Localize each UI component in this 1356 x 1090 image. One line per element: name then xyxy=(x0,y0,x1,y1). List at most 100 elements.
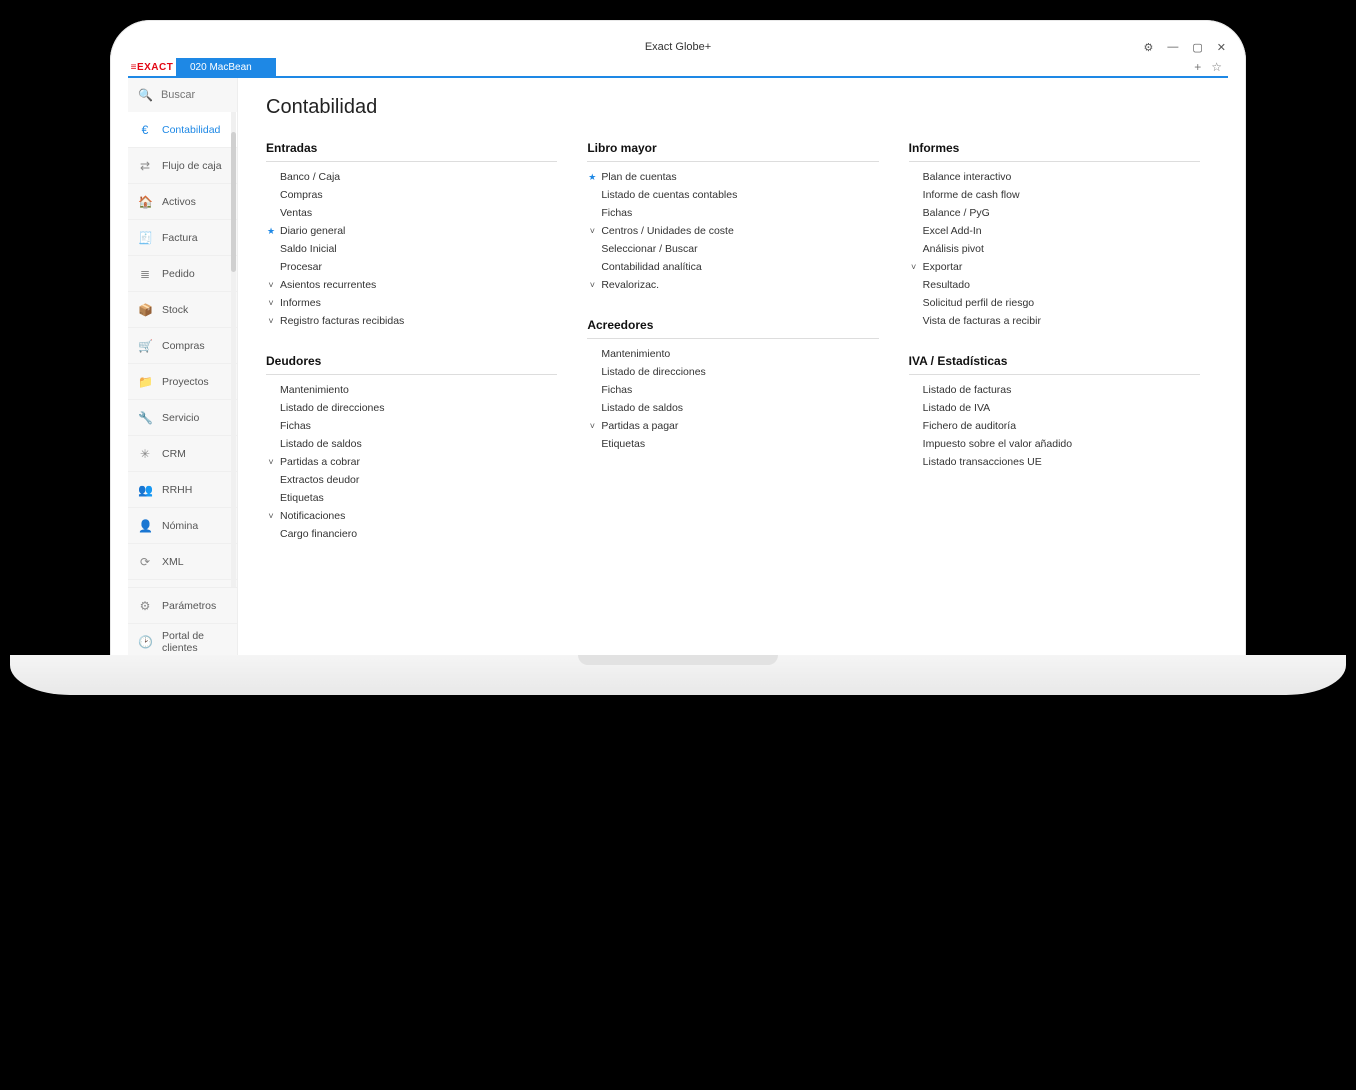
link-informes[interactable]: ˅Informes xyxy=(266,294,557,312)
link-solicitud-perfil-de-riesgo[interactable]: Solicitud perfil de riesgo xyxy=(909,294,1200,312)
sidebar-item-label: Parámetros xyxy=(162,600,216,612)
link-ventas[interactable]: Ventas xyxy=(266,204,557,222)
link-fichas[interactable]: Fichas xyxy=(587,204,878,222)
nav-icon: 🧾 xyxy=(138,231,152,245)
settings-icon[interactable]: ⚙ xyxy=(1144,41,1154,54)
maximize-button[interactable]: ▢ xyxy=(1192,41,1202,54)
link-compras[interactable]: Compras xyxy=(266,186,557,204)
tab-active[interactable]: 020 MacBean xyxy=(176,58,276,76)
link-label: Análisis pivot xyxy=(923,243,984,255)
sidebar-item-label: Activos xyxy=(162,196,196,208)
link-label: Mantenimiento xyxy=(280,384,349,396)
new-tab-button[interactable]: + xyxy=(1194,60,1201,74)
sidebar-item-xml[interactable]: ⟳XML xyxy=(128,544,237,580)
link-label: Procesar xyxy=(280,261,322,273)
minimize-button[interactable]: — xyxy=(1167,41,1178,53)
chevron-down-icon: ˅ xyxy=(587,421,597,431)
link-listado-de-iva[interactable]: Listado de IVA xyxy=(909,399,1200,417)
sidebar-item-activos[interactable]: 🏠Activos xyxy=(128,184,237,220)
star-icon: ★ xyxy=(587,172,597,183)
link-label: Banco / Caja xyxy=(280,171,340,183)
sidebar-item-stock[interactable]: 📦Stock xyxy=(128,292,237,328)
link-resultado[interactable]: Resultado xyxy=(909,276,1200,294)
link-diario-general[interactable]: ★Diario general xyxy=(266,222,557,240)
sidebar-item-parámetros[interactable]: ⚙ Parámetros xyxy=(128,588,237,624)
chevron-down-icon: ˅ xyxy=(266,316,276,326)
sidebar-item-crm[interactable]: ✳CRM xyxy=(128,436,237,472)
link-listado-de-facturas[interactable]: Listado de facturas xyxy=(909,381,1200,399)
link-notificaciones[interactable]: ˅Notificaciones xyxy=(266,507,557,525)
section-heading: IVA / Estadísticas xyxy=(909,354,1200,375)
link-mantenimiento[interactable]: Mantenimiento xyxy=(587,345,878,363)
link-partidas-a-cobrar[interactable]: ˅Partidas a cobrar xyxy=(266,453,557,471)
laptop-frame: Exact Globe+ ⚙ — ▢ ✕ ≡EXACT 020 MacBean … xyxy=(110,20,1246,660)
link-banco-caja[interactable]: Banco / Caja xyxy=(266,168,557,186)
link-seleccionar-buscar[interactable]: Seleccionar / Buscar xyxy=(587,240,878,258)
link-plan-de-cuentas[interactable]: ★ Plan de cuentas xyxy=(587,168,878,186)
link-listado-de-cuentas-contables[interactable]: Listado de cuentas contables xyxy=(587,186,878,204)
link-registro-facturas-recibidas[interactable]: ˅Registro facturas recibidas xyxy=(266,312,557,330)
link-cargo-financiero[interactable]: Cargo financiero xyxy=(266,525,557,543)
search-row[interactable]: 🔍 xyxy=(128,78,237,112)
main-content: Contabilidad EntradasBanco / CajaCompras… xyxy=(238,78,1228,660)
link-mantenimiento[interactable]: Mantenimiento xyxy=(266,381,557,399)
link-revalorizac-[interactable]: ˅Revalorizac. xyxy=(587,276,878,294)
link-listado-de-direcciones[interactable]: Listado de direcciones xyxy=(266,399,557,417)
link-partidas-a-pagar[interactable]: ˅Partidas a pagar xyxy=(587,417,878,435)
link-listado-de-saldos[interactable]: Listado de saldos xyxy=(587,399,878,417)
close-button[interactable]: ✕ xyxy=(1217,41,1226,54)
link-análisis-pivot[interactable]: Análisis pivot xyxy=(909,240,1200,258)
link-label: Listado de saldos xyxy=(601,402,683,414)
link-procesar[interactable]: Procesar xyxy=(266,258,557,276)
link-saldo-inicial[interactable]: Saldo Inicial xyxy=(266,240,557,258)
sidebar-item-label: Factura xyxy=(162,232,198,244)
link-fichero-de-auditoría[interactable]: Fichero de auditoría xyxy=(909,417,1200,435)
link-exportar[interactable]: ˅Exportar xyxy=(909,258,1200,276)
link-label: Plan de cuentas xyxy=(601,171,676,183)
link-fichas[interactable]: Fichas xyxy=(587,381,878,399)
section-acreedores: AcreedoresMantenimientoListado de direcc… xyxy=(587,318,878,453)
tabstrip: ≡EXACT 020 MacBean + ☆ xyxy=(128,58,1228,78)
link-etiquetas[interactable]: Etiquetas xyxy=(266,489,557,507)
link-label: Seleccionar / Buscar xyxy=(601,243,697,255)
nav-icon: 🕑 xyxy=(138,635,152,649)
sidebar: 🔍 €Contabilidad⇄Flujo de caja🏠Activos 🧾 Fa… xyxy=(128,78,238,660)
sidebar-item-nómina[interactable]: 👤Nómina xyxy=(128,508,237,544)
link-fichas[interactable]: Fichas xyxy=(266,417,557,435)
link-contabilidad-analítica[interactable]: Contabilidad analítica xyxy=(587,258,878,276)
search-input[interactable] xyxy=(161,89,221,101)
link-balance-pyg[interactable]: Balance / PyG xyxy=(909,204,1200,222)
link-asientos-recurrentes[interactable]: ˅Asientos recurrentes xyxy=(266,276,557,294)
sidebar-item-label: RRHH xyxy=(162,484,192,496)
link-impuesto-sobre-el-valor-añadido[interactable]: Impuesto sobre el valor añadido xyxy=(909,435,1200,453)
nav-icon: ⚙ xyxy=(138,599,152,613)
sidebar-item-label: Compras xyxy=(162,340,205,352)
sidebar-item-factura[interactable]: 🧾 Factura xyxy=(128,220,237,256)
sidebar-scrollbar[interactable] xyxy=(231,112,236,587)
sidebar-item-proyectos[interactable]: 📁Proyectos xyxy=(128,364,237,400)
link-label: Listado de IVA xyxy=(923,402,991,414)
sidebar-item-pedido[interactable]: ≣Pedido xyxy=(128,256,237,292)
link-centros-unidades-de-coste[interactable]: ˅Centros / Unidades de coste xyxy=(587,222,878,240)
sidebar-item-label: XML xyxy=(162,556,184,568)
link-listado-de-saldos[interactable]: Listado de saldos xyxy=(266,435,557,453)
link-excel-add-in[interactable]: Excel Add-In xyxy=(909,222,1200,240)
link-label: Fichas xyxy=(601,207,632,219)
nav-icon: 📦 xyxy=(138,303,152,317)
link-listado-transacciones-ue[interactable]: Listado transacciones UE xyxy=(909,453,1200,471)
sidebar-item-compras[interactable]: 🛒 Compras xyxy=(128,328,237,364)
sidebar-item-label: Flujo de caja xyxy=(162,160,222,172)
link-extractos-deudor[interactable]: Extractos deudor xyxy=(266,471,557,489)
sidebar-item-contabilidad[interactable]: €Contabilidad xyxy=(128,112,237,148)
link-vista-de-facturas-a-recibir[interactable]: Vista de facturas a recibir xyxy=(909,312,1200,330)
sidebar-item-servicio[interactable]: 🔧Servicio xyxy=(128,400,237,436)
link-etiquetas[interactable]: Etiquetas xyxy=(587,435,878,453)
sidebar-item-rrhh[interactable]: 👥RRHH xyxy=(128,472,237,508)
favorite-button[interactable]: ☆ xyxy=(1211,60,1222,74)
link-informe-de-cash-flow[interactable]: Informe de cash flow xyxy=(909,186,1200,204)
link-label: Balance / PyG xyxy=(923,207,990,219)
link-listado-de-direcciones[interactable]: Listado de direcciones xyxy=(587,363,878,381)
sidebar-item-flujo-de-caja[interactable]: ⇄Flujo de caja xyxy=(128,148,237,184)
link-balance-interactivo[interactable]: Balance interactivo xyxy=(909,168,1200,186)
nav-icon: 🛒 xyxy=(138,339,152,353)
